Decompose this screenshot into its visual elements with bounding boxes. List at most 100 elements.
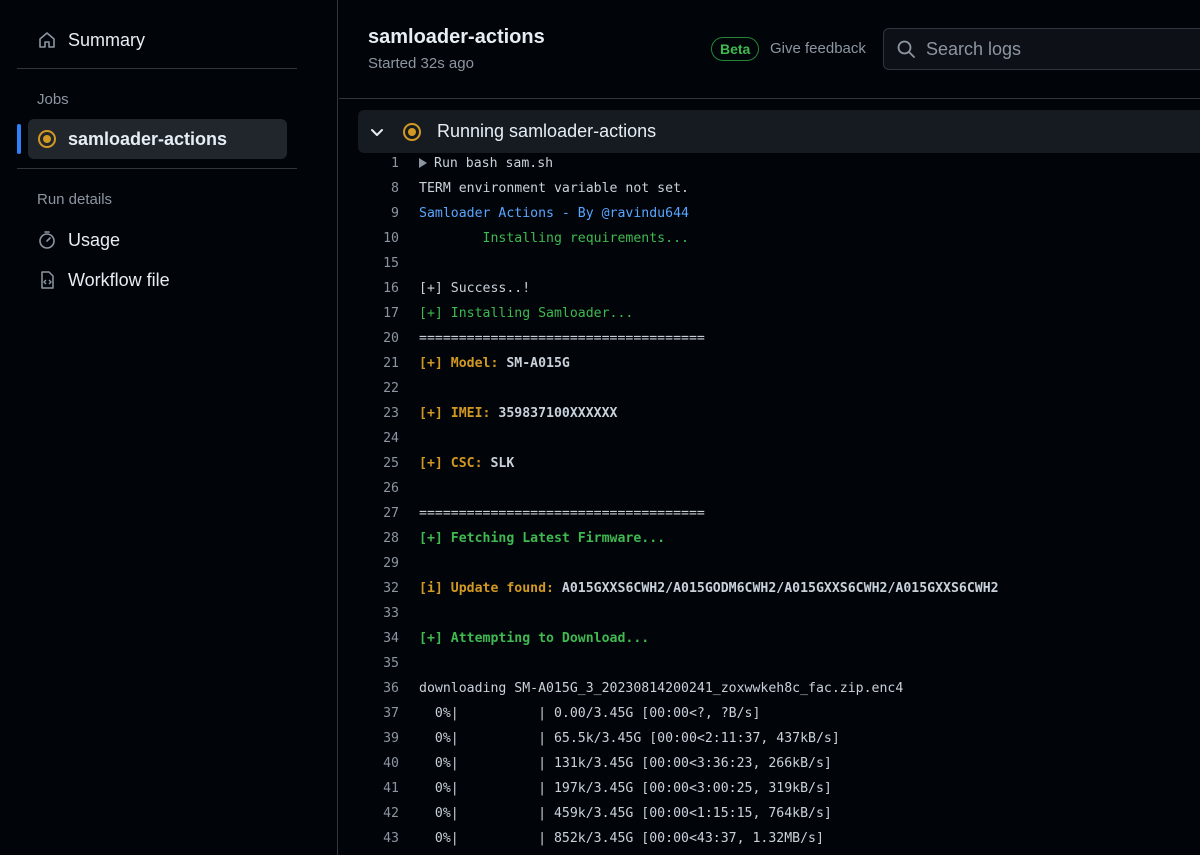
line-number[interactable]: 21 [339, 356, 419, 371]
log-line: 26 [339, 476, 1200, 501]
line-number[interactable]: 35 [339, 656, 419, 671]
in-progress-icon [36, 128, 58, 150]
log-text: [+] Installing Samloader... [419, 306, 634, 321]
line-number[interactable]: 20 [339, 331, 419, 346]
log-text: TERM environment variable not set. [419, 181, 689, 196]
log-value: 359837100XXXXXX [498, 406, 618, 421]
line-number[interactable]: 28 [339, 531, 419, 546]
log-line[interactable]: 1 Run bash sam.sh [339, 151, 1200, 176]
line-number[interactable]: 10 [339, 231, 419, 246]
log-line: 8 TERM environment variable not set. [339, 176, 1200, 201]
log-line: 43 0%| | 852k/3.45G [00:00<43:37, 1.32MB… [339, 826, 1200, 851]
log-text: Samloader Actions - By @ravindu644 [419, 206, 689, 221]
line-number[interactable]: 17 [339, 306, 419, 321]
log-text: Installing requirements... [419, 231, 689, 246]
line-number[interactable]: 33 [339, 606, 419, 621]
log-line: 16 [+] Success..! [339, 276, 1200, 301]
line-number[interactable]: 41 [339, 781, 419, 796]
line-number[interactable]: 27 [339, 506, 419, 521]
log-text: [+] Success..! [419, 281, 531, 296]
line-number[interactable]: 43 [339, 831, 419, 846]
step-header[interactable]: Running samloader-actions [358, 110, 1200, 153]
line-number[interactable]: 1 [339, 156, 419, 171]
log-line: 28 [+] Fetching Latest Firmware... [339, 526, 1200, 551]
line-number[interactable]: 25 [339, 456, 419, 471]
log-text: 0%| | 852k/3.45G [00:00<43:37, 1.32MB/s] [419, 831, 824, 846]
log-text: [+] Attempting to Download... [419, 631, 650, 646]
sidebar-item-label: Usage [68, 229, 121, 250]
log-key: [i] Update found: [419, 581, 562, 596]
log-line: 17 [+] Installing Samloader... [339, 301, 1200, 326]
line-number[interactable]: 42 [339, 806, 419, 821]
log-value: SM-A015G [506, 356, 570, 371]
sidebar-item-label: Workflow file [68, 269, 170, 290]
line-number[interactable]: 15 [339, 256, 419, 271]
search-box[interactable] [883, 28, 1200, 70]
give-feedback-link[interactable]: Give feedback [770, 40, 866, 57]
log-line: 32 [i] Update found: A015GXXS6CWH2/A015GO… [339, 576, 1200, 601]
chevron-down-icon[interactable] [369, 123, 387, 141]
line-number[interactable]: 36 [339, 681, 419, 696]
line-number[interactable]: 37 [339, 706, 419, 721]
log-text: [+] Model: SM-A015G [419, 356, 1200, 371]
log-line: 39 0%| | 65.5k/3.45G [00:00<2:11:37, 437… [339, 726, 1200, 751]
log-text: 0%| | 197k/3.45G [00:00<3:00:25, 319kB/s… [419, 781, 832, 796]
line-number[interactable]: 39 [339, 731, 419, 746]
log-text: [+] CSC: SLK [419, 456, 1200, 471]
main-content: samloader-actions Started 32s ago Beta G… [339, 0, 1200, 855]
line-number[interactable]: 26 [339, 481, 419, 496]
file-code-icon [36, 269, 58, 291]
log-value: SLK [490, 456, 515, 471]
log-line: 34 [+] Attempting to Download... [339, 626, 1200, 651]
log-text: 0%| | 131k/3.45G [00:00<3:36:23, 266kB/s… [419, 756, 832, 771]
log-line: 24 [339, 426, 1200, 451]
run-details-heading: Run details [37, 191, 113, 208]
home-icon [36, 29, 58, 51]
log-line: 15 [339, 251, 1200, 276]
log-line: 22 [339, 376, 1200, 401]
line-number[interactable]: 32 [339, 581, 419, 596]
log-text: ==================================== [419, 506, 705, 521]
sidebar-item-workflow-file[interactable]: Workflow file [28, 260, 287, 300]
log-line: 35 [339, 651, 1200, 676]
log-line: 29 [339, 551, 1200, 576]
log-line: 36 downloading SM-A015G_3_20230814200241_… [339, 676, 1200, 701]
line-number[interactable]: 24 [339, 431, 419, 446]
line-number[interactable]: 22 [339, 381, 419, 396]
log-line: 20 ==================================== [339, 326, 1200, 351]
sidebar-item-usage[interactable]: Usage [28, 220, 287, 260]
log-line: 23 [+] IMEI: 359837100XXXXXX [339, 401, 1200, 426]
caret-right-icon [419, 158, 427, 168]
line-number[interactable]: 29 [339, 556, 419, 571]
log-output: 1 Run bash sam.sh 8 TERM environment varia… [339, 151, 1200, 851]
log-line: 42 0%| | 459k/3.45G [00:00<1:15:15, 764k… [339, 801, 1200, 826]
line-number[interactable]: 23 [339, 406, 419, 421]
line-number[interactable]: 9 [339, 206, 419, 221]
log-text: 0%| | 65.5k/3.45G [00:00<2:11:37, 437kB/… [419, 731, 840, 746]
step-title: Running samloader-actions [437, 121, 657, 141]
sidebar-item-label: samloader-actions [68, 128, 228, 149]
log-line: 27 ==================================== [339, 501, 1200, 526]
log-text: downloading SM-A015G_3_20230814200241_zo… [419, 681, 904, 696]
search-input[interactable] [926, 38, 1186, 60]
log-text: [i] Update found: A015GXXS6CWH2/A015GODM… [419, 581, 1200, 596]
search-icon [896, 39, 916, 59]
line-number[interactable]: 40 [339, 756, 419, 771]
in-progress-icon [402, 122, 422, 142]
log-text: [+] Fetching Latest Firmware... [419, 531, 666, 546]
log-text: 0%| | 459k/3.45G [00:00<1:15:15, 764kB/s… [419, 806, 832, 821]
log-line: 25 [+] CSC: SLK [339, 451, 1200, 476]
sidebar-item-job[interactable]: samloader-actions [28, 119, 287, 159]
log-group-toggle[interactable]: Run bash sam.sh [419, 156, 1200, 171]
line-number[interactable]: 16 [339, 281, 419, 296]
sidebar-item-summary[interactable]: Summary [28, 20, 287, 60]
log-key: [+] Model: [419, 356, 507, 371]
log-text: [+] IMEI: 359837100XXXXXX [419, 406, 1200, 421]
line-number[interactable]: 8 [339, 181, 419, 196]
log-line: 37 0%| | 0.00/3.45G [00:00<?, ?B/s] [339, 701, 1200, 726]
log-line: 40 0%| | 131k/3.45G [00:00<3:36:23, 266k… [339, 751, 1200, 776]
divider [17, 68, 297, 69]
line-number[interactable]: 34 [339, 631, 419, 646]
divider [339, 98, 1200, 99]
log-line: 41 0%| | 197k/3.45G [00:00<3:00:25, 319k… [339, 776, 1200, 801]
